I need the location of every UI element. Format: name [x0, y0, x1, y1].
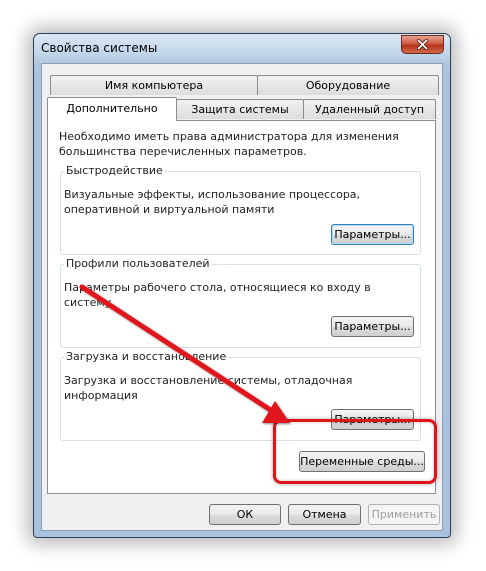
- cancel-button[interactable]: Отмена: [288, 504, 361, 525]
- user-profiles-description: Параметры рабочего стола, относящиеся ко…: [64, 281, 371, 309]
- performance-settings-button[interactable]: Параметры...: [331, 224, 414, 245]
- window-title: Свойства системы: [41, 41, 158, 55]
- performance-group: Быстродействие Визуальные эффекты, испол…: [60, 164, 421, 255]
- tab-computer-name[interactable]: Имя компьютера: [50, 75, 258, 95]
- performance-group-title: Быстродействие: [64, 164, 165, 178]
- close-icon: [417, 39, 428, 50]
- user-profiles-group: Профили пользователей Параметры рабочего…: [60, 257, 421, 348]
- tab-remote-access[interactable]: Удаленный доступ: [303, 99, 436, 119]
- tab-system-protection[interactable]: Защита системы: [176, 99, 304, 119]
- tab-advanced[interactable]: Дополнительно: [47, 97, 177, 121]
- startup-recovery-group-title: Загрузка и восстановление: [64, 350, 229, 364]
- annotation-highlight-box: [273, 419, 437, 484]
- user-profiles-settings-button[interactable]: Параметры...: [331, 316, 414, 337]
- tab-hardware[interactable]: Оборудование: [257, 75, 439, 95]
- close-button[interactable]: [401, 35, 444, 54]
- user-profiles-group-title: Профили пользователей: [64, 257, 212, 271]
- startup-recovery-description: Загрузка и восстановление системы, отлад…: [64, 374, 353, 402]
- admin-rights-note: Необходимо иметь права администратора дл…: [59, 130, 399, 158]
- apply-button[interactable]: Применить: [368, 504, 440, 525]
- performance-description: Визуальные эффекты, использование процес…: [64, 188, 361, 216]
- ok-button[interactable]: ОК: [209, 504, 281, 525]
